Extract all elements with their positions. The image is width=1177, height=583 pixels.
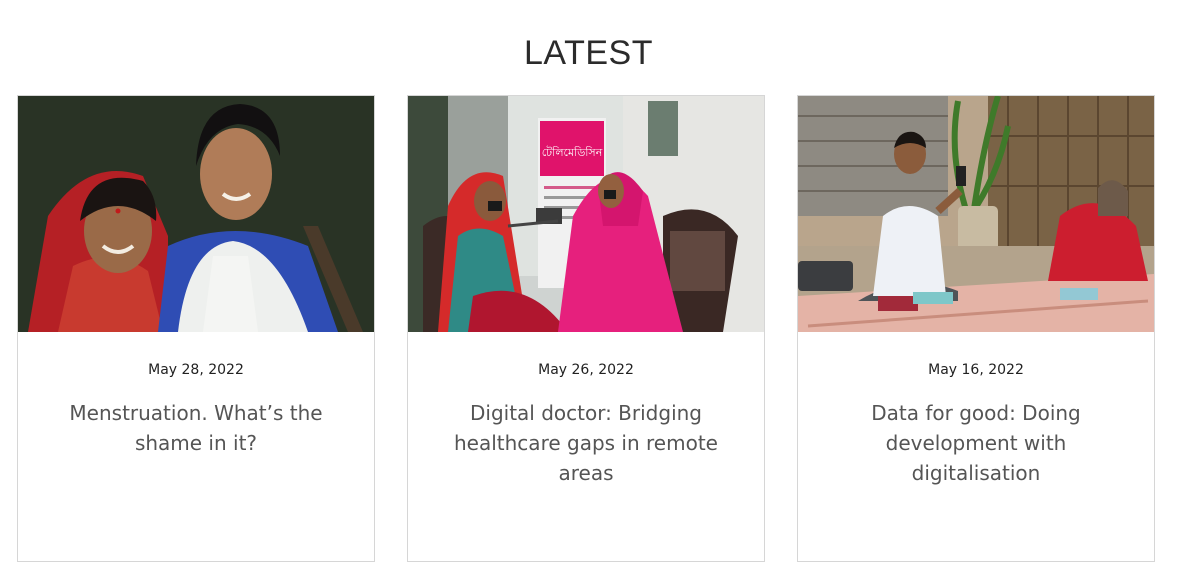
article-card-2[interactable]: টেলিমেডিসিন May 26, 2022 Digital doctor:… bbox=[407, 95, 765, 562]
article-photo-1[interactable] bbox=[18, 96, 374, 332]
article-card-3[interactable]: May 16, 2022 Data for good: Doing develo… bbox=[797, 95, 1155, 562]
article-title-link[interactable]: Data for good: Doing development with di… bbox=[828, 398, 1124, 488]
article-photo-2[interactable]: টেলিমেডিসিন bbox=[408, 96, 764, 332]
article-photo-3[interactable] bbox=[798, 96, 1154, 332]
article-date: May 16, 2022 bbox=[928, 362, 1024, 378]
section-heading: LATEST bbox=[524, 34, 653, 72]
banner-text: টেলিমেডিসিন bbox=[542, 146, 603, 159]
article-date: May 28, 2022 bbox=[148, 362, 244, 378]
article-card-1[interactable]: May 28, 2022 Menstruation. What’s the sh… bbox=[17, 95, 375, 562]
article-date: May 26, 2022 bbox=[538, 362, 634, 378]
article-title-link[interactable]: Digital doctor: Bridging healthcare gaps… bbox=[438, 398, 734, 488]
article-title-link[interactable]: Menstruation. What’s the shame in it? bbox=[48, 398, 344, 458]
